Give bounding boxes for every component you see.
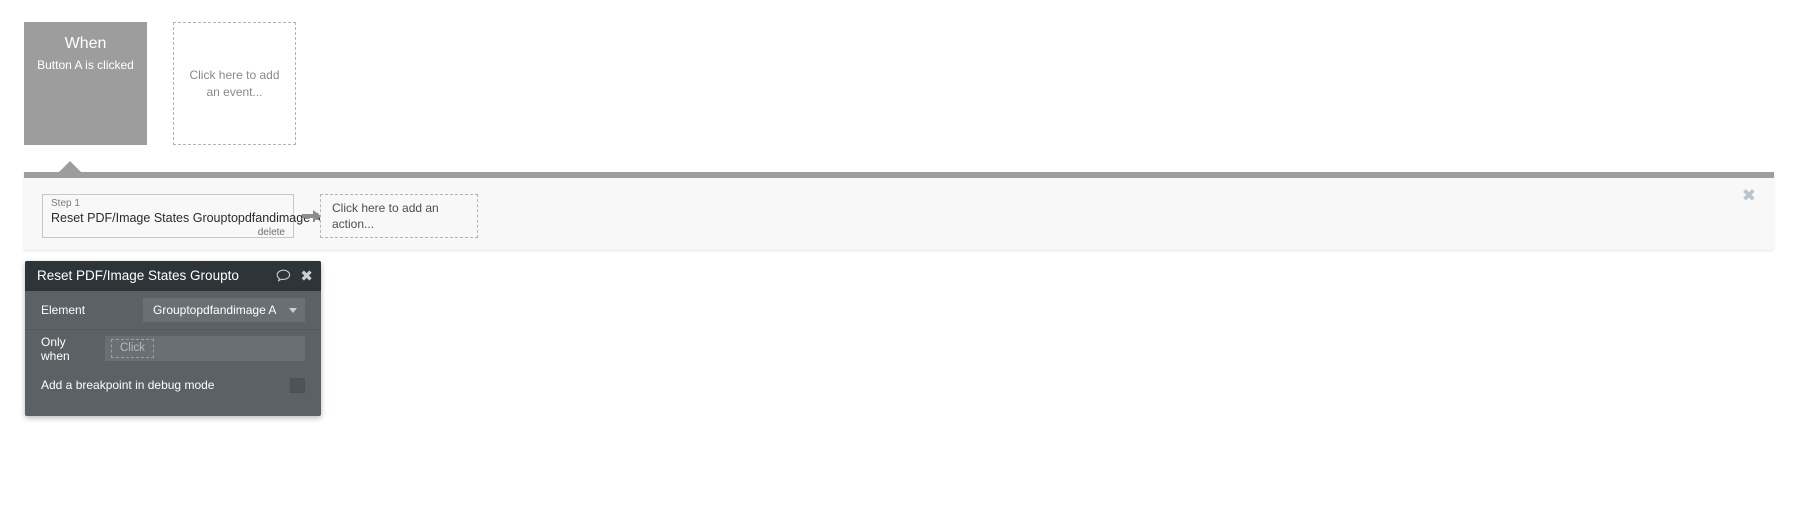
chevron-down-icon bbox=[289, 307, 297, 313]
add-action-placeholder-label: Click here to add an action... bbox=[332, 201, 439, 231]
property-editor-title: Reset PDF/Image States Groupto bbox=[37, 268, 239, 283]
only-when-placeholder-chip: Click bbox=[111, 339, 154, 358]
workflow-step-card[interactable]: Step 1 Reset PDF/Image States Grouptopdf… bbox=[42, 194, 322, 239]
breakpoint-checkbox[interactable] bbox=[290, 377, 305, 393]
property-editor-header[interactable]: Reset PDF/Image States Groupto ✖ bbox=[25, 261, 321, 291]
element-row: Element Grouptopdfandimage A bbox=[25, 291, 321, 329]
element-dropdown-value: Grouptopdfandimage A bbox=[153, 303, 277, 317]
breakpoint-label: Add a breakpoint in debug mode bbox=[41, 378, 215, 392]
property-editor-header-icons: ✖ bbox=[270, 268, 313, 284]
event-card-subtitle: Button A is clicked bbox=[37, 58, 134, 72]
step-title: Reset PDF/Image States Grouptopdfandimag… bbox=[51, 211, 322, 225]
close-icon[interactable]: ✖ bbox=[300, 268, 313, 284]
element-dropdown[interactable]: Grouptopdfandimage A bbox=[143, 298, 305, 322]
only-when-label: Only when bbox=[41, 334, 70, 363]
actions-panel-pointer bbox=[59, 161, 81, 172]
step-delete-link[interactable]: delete bbox=[51, 227, 285, 239]
comment-icon[interactable] bbox=[276, 269, 291, 283]
element-row-label: Element bbox=[41, 303, 86, 317]
add-event-placeholder-label: Click here to add an event... bbox=[189, 67, 280, 99]
only-when-input[interactable]: Click bbox=[105, 336, 305, 361]
step-number-label: Step 1 bbox=[51, 198, 80, 209]
breakpoint-row: Add a breakpoint in debug mode bbox=[25, 367, 321, 403]
arrow-right-icon bbox=[302, 208, 322, 224]
only-when-row: Only when Click bbox=[25, 329, 321, 367]
close-actions-panel-icon[interactable]: ✖ bbox=[1742, 188, 1756, 205]
event-card-title: When bbox=[64, 35, 107, 52]
actions-panel: ✖ Step 1 Reset PDF/Image States Grouptop… bbox=[24, 172, 1774, 250]
event-card-when[interactable]: When Button A is clicked bbox=[24, 22, 147, 145]
add-action-placeholder[interactable]: Click here to add an action... bbox=[320, 194, 478, 238]
action-property-editor: Reset PDF/Image States Groupto ✖ Element… bbox=[25, 261, 321, 416]
add-event-placeholder[interactable]: Click here to add an event... bbox=[173, 22, 296, 145]
